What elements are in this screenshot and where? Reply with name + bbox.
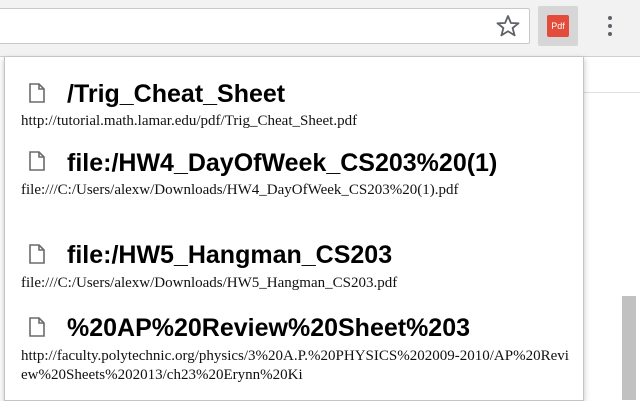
entry-url: file:///C:/Users/alexw/Downloads/HW4_Day… [21, 182, 459, 198]
vertical-dots-icon[interactable] [598, 12, 622, 40]
list-item[interactable]: file:/HW4_DayOfWeek_CS203%20(1) file:///… [5, 146, 583, 226]
document-icon [29, 151, 45, 171]
list-item[interactable]: file:/HW5_Hangman_CS203 file:///C:/Users… [5, 238, 583, 298]
entry-title[interactable]: file:/HW4_DayOfWeek_CS203%20(1) [67, 148, 561, 178]
entry-title[interactable]: /Trig_Cheat_Sheet [67, 79, 561, 109]
entry-title[interactable]: file:/HW5_Hangman_CS203 [67, 240, 561, 270]
document-icon [29, 244, 45, 264]
list-item[interactable]: %20AP%20Review%20Sheet%203 http://facult… [5, 311, 583, 400]
document-icon [29, 317, 45, 337]
entry-url: http://tutorial.math.lamar.edu/pdf/Trig_… [21, 113, 358, 129]
page-divider [582, 92, 640, 93]
list-item[interactable]: /Trig_Cheat_Sheet http://tutorial.math.l… [5, 77, 583, 137]
browser-toolbar: Pdf [0, 0, 640, 57]
pdf-history-popup: /Trig_Cheat_Sheet http://tutorial.math.l… [4, 57, 584, 401]
document-icon [29, 83, 45, 103]
entry-url: file:///C:/Users/alexw/Downloads/HW5_Han… [21, 275, 398, 291]
entry-url: http://faculty.polytechnic.org/physics/3… [21, 348, 569, 383]
star-icon[interactable] [494, 12, 522, 40]
address-bar[interactable] [0, 8, 530, 44]
entry-title[interactable]: %20AP%20Review%20Sheet%203 [67, 313, 561, 343]
pdf-icon: Pdf [547, 15, 569, 37]
page-scrollbar[interactable] [622, 296, 636, 400]
pdf-extension-button[interactable]: Pdf [538, 6, 578, 46]
